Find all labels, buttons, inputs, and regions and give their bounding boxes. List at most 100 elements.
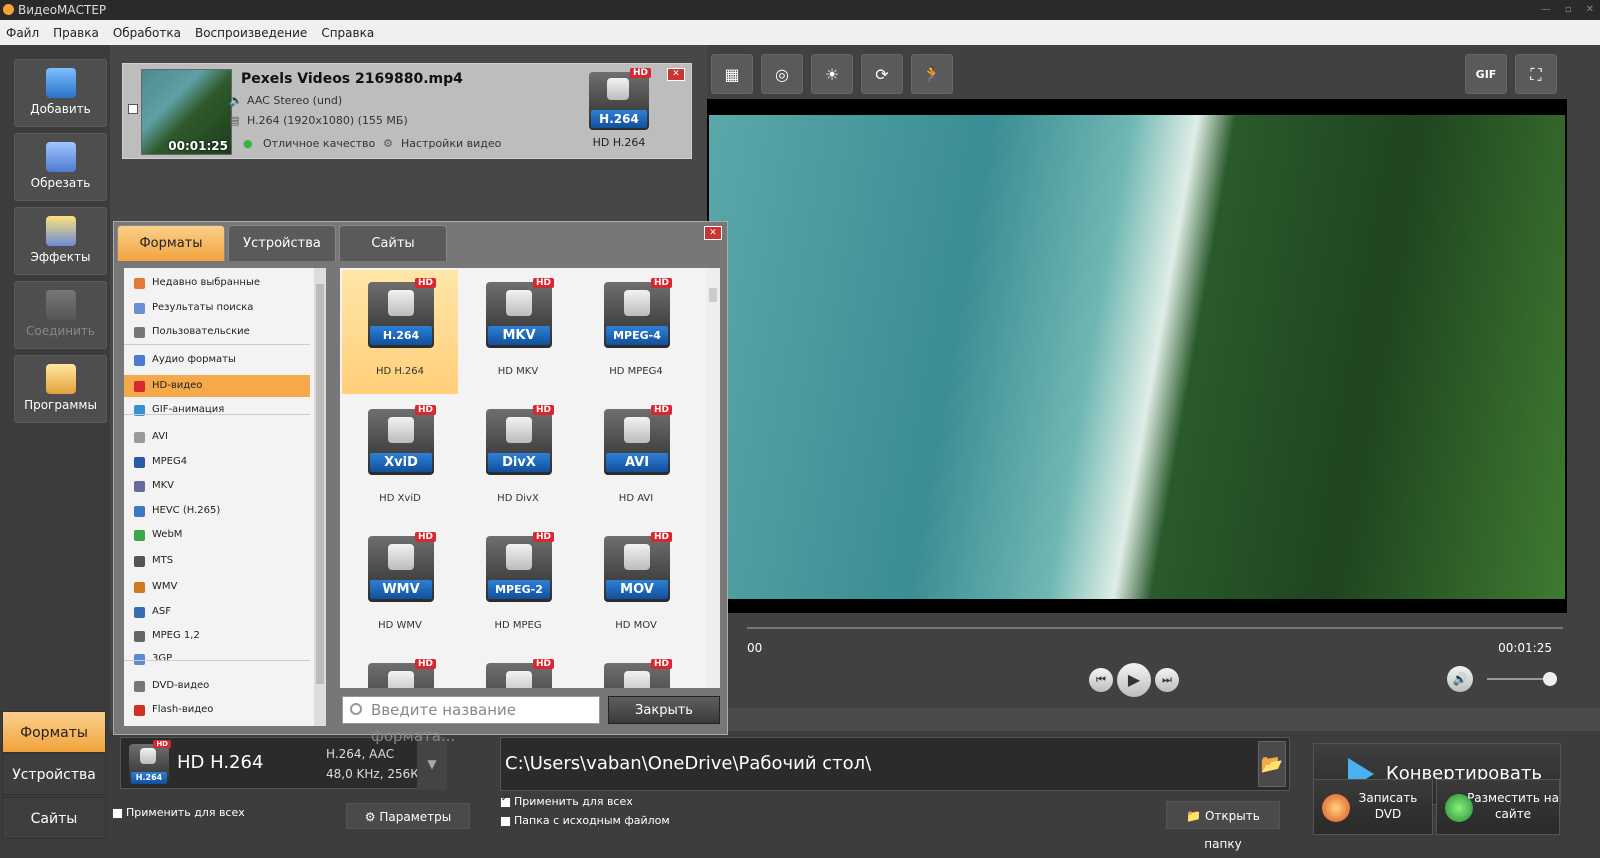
folder-icon: 📁: [1186, 809, 1205, 823]
current-time: 00: [747, 641, 763, 655]
brightness-tool-button[interactable]: ☀: [811, 54, 853, 94]
apply-all-path-checkbox[interactable]: Применить для всех: [500, 794, 633, 808]
format-option[interactable]: MPEG-2 HD HD MPEG: [460, 524, 576, 648]
end-time: 00:01:25: [1498, 641, 1552, 655]
category-item[interactable]: MPEG 1,2: [124, 625, 310, 647]
format-option[interactable]: MOV HD HD MOV: [578, 524, 694, 648]
category-item[interactable]: Результаты поиска: [124, 297, 310, 319]
maximize-icon[interactable]: ▫: [1565, 0, 1572, 20]
format-option-label: HD H.264: [375, 366, 424, 377]
apply-all-format-checkbox[interactable]: Применить для всех: [112, 806, 245, 819]
format-camera-icon: HD: [604, 659, 672, 688]
nav-sites[interactable]: Сайты: [2, 797, 106, 839]
file-format-badge[interactable]: H.264 HD HD H.264: [589, 68, 651, 149]
category-item[interactable]: ASF: [124, 601, 310, 623]
format-option[interactable]: MKV HD HD MKV: [460, 270, 576, 394]
add-video-icon: [45, 68, 76, 98]
thumbnail-duration: 00:01:25: [168, 139, 228, 153]
trim-button[interactable]: Обрезать: [14, 133, 107, 201]
menu-help[interactable]: Справка: [321, 26, 374, 40]
volume-slider-handle[interactable]: [1543, 672, 1557, 686]
dialog-tab-devices[interactable]: Устройства: [228, 225, 336, 261]
category-item[interactable]: HD-видео: [124, 375, 310, 397]
rotate-tool-button[interactable]: ⟳: [861, 54, 903, 94]
menu-process[interactable]: Обработка: [113, 26, 181, 40]
format-option-label: HD MPEG: [494, 620, 542, 631]
menu-playback[interactable]: Воспроизведение: [195, 26, 307, 40]
remove-file-button[interactable]: ✕: [667, 68, 685, 81]
dialog-close-icon[interactable]: ✕: [704, 226, 722, 240]
format-option[interactable]: AVI HD HD AVI: [578, 397, 694, 521]
category-item[interactable]: GIF-анимация: [124, 399, 310, 421]
format-search-input[interactable]: Введите название формата...: [342, 696, 600, 745]
category-scrollbar[interactable]: [314, 268, 326, 726]
gif-button[interactable]: GIF: [1465, 54, 1507, 94]
format-camera-icon: MPEG-2 HD: [486, 532, 554, 602]
left-sidebar: Добавить Обрезать Эффекты Соединить Прог…: [0, 45, 110, 858]
video-player[interactable]: [707, 99, 1567, 613]
open-folder-button[interactable]: 📁 Открыть папку: [1166, 801, 1280, 851]
file-name: Pexels Videos 2169880.mp4: [241, 71, 463, 87]
format-option[interactable]: HD: [342, 651, 458, 688]
format-grid-scrollbar[interactable]: [706, 268, 720, 688]
forward-button[interactable]: ⏭: [1155, 668, 1179, 692]
video-settings-link[interactable]: ⚙ Настройки видео: [383, 137, 501, 150]
seek-bar[interactable]: [747, 627, 1563, 629]
category-item[interactable]: Flash-видео: [124, 699, 310, 721]
dialog-tab-sites[interactable]: Сайты: [339, 225, 447, 261]
join-icon: [45, 290, 76, 320]
category-item[interactable]: MTS: [124, 550, 310, 572]
crop-tool-button[interactable]: ▦: [711, 54, 753, 94]
menu-file[interactable]: Файл: [6, 26, 39, 40]
join-button[interactable]: Соединить: [14, 281, 107, 349]
gear-icon: ⚙: [383, 137, 393, 150]
snapshot-tool-button[interactable]: ◎: [761, 54, 803, 94]
format-option[interactable]: MPEG-4 HD HD MPEG4: [578, 270, 694, 394]
format-option[interactable]: DivX HD HD DivX: [460, 397, 576, 521]
format-option-label: HD AVI: [618, 493, 654, 504]
search-icon: [350, 703, 362, 715]
category-item[interactable]: WMV: [124, 576, 310, 598]
output-path-field[interactable]: C:\Users\vaban\OneDrive\Рабочий стол\ 📂: [500, 737, 1290, 791]
category-item[interactable]: MPEG4: [124, 451, 310, 473]
category-item[interactable]: 3GP: [124, 648, 310, 670]
volume-button[interactable]: 🔊: [1447, 666, 1473, 692]
programs-button[interactable]: Программы: [14, 355, 107, 423]
format-option[interactable]: WMV HD HD WMV: [342, 524, 458, 648]
rewind-button[interactable]: ⏮: [1089, 668, 1113, 692]
format-option[interactable]: HD: [578, 651, 694, 688]
format-option[interactable]: XviD HD HD XviD: [342, 397, 458, 521]
category-item[interactable]: WebM: [124, 524, 310, 546]
format-option[interactable]: HEVCHD: [460, 651, 576, 688]
file-checkbox[interactable]: [128, 104, 138, 114]
upload-site-button[interactable]: Разместить на сайте: [1436, 779, 1560, 835]
parameters-button[interactable]: ⚙ Параметры: [346, 803, 470, 829]
category-item[interactable]: AVI: [124, 426, 310, 448]
source-folder-checkbox[interactable]: Папка с исходным файлом: [500, 814, 670, 827]
category-item[interactable]: HEVC (H.265): [124, 500, 310, 522]
browse-folder-button[interactable]: 📂: [1258, 741, 1286, 787]
nav-devices[interactable]: Устройства: [2, 753, 106, 795]
play-button[interactable]: ▶: [1117, 663, 1151, 697]
effects-button[interactable]: Эффекты: [14, 207, 107, 275]
close-icon[interactable]: ✕: [1586, 0, 1594, 20]
menu-edit[interactable]: Правка: [53, 26, 99, 40]
nav-formats[interactable]: Форматы: [2, 711, 106, 753]
crop-icon: ▦: [724, 65, 740, 84]
dialog-tab-formats[interactable]: Форматы: [117, 225, 225, 261]
category-item[interactable]: MKV: [124, 475, 310, 497]
add-button[interactable]: Добавить: [14, 59, 107, 127]
format-option-label: HD MOV: [615, 620, 657, 631]
format-option[interactable]: H.264 HD HD H.264: [342, 270, 458, 394]
fullscreen-button[interactable]: ⛶: [1515, 54, 1557, 94]
category-item[interactable]: Аудио форматы: [124, 349, 310, 371]
speed-tool-button[interactable]: 🏃: [911, 54, 953, 94]
file-item[interactable]: 00:01:25 Pexels Videos 2169880.mp4 🔈 AAC …: [122, 63, 692, 159]
category-item[interactable]: Недавно выбранные: [124, 272, 310, 294]
category-item[interactable]: DVD-видео: [124, 675, 310, 697]
burn-dvd-button[interactable]: Записать DVD: [1313, 779, 1433, 835]
bottom-panel: H.264 HD HD H.264 H.264, AAC 48,0 KHz, 25…: [110, 731, 1600, 858]
category-item[interactable]: Пользовательские: [124, 321, 310, 343]
dialog-close-button[interactable]: Закрыть: [608, 696, 720, 724]
minimize-icon[interactable]: —: [1541, 0, 1551, 20]
